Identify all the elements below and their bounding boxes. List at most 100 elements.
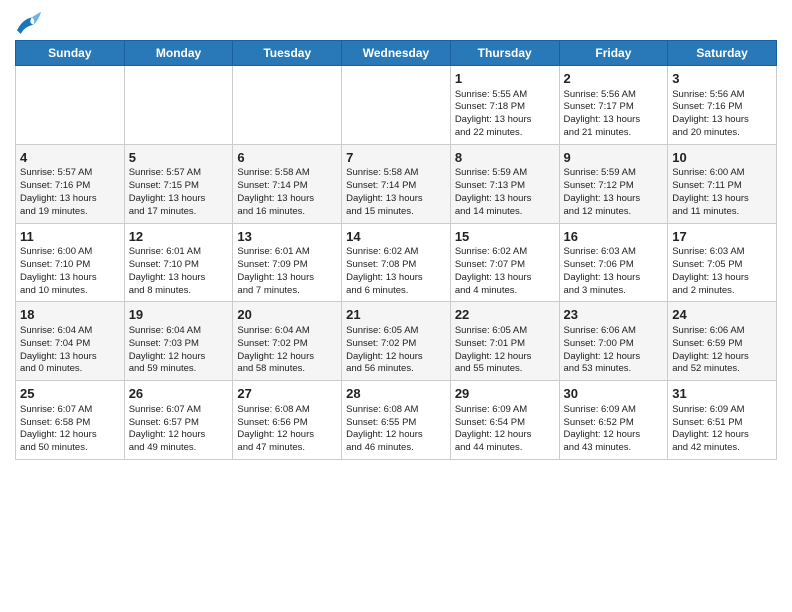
calendar-cell <box>124 66 233 145</box>
calendar-cell: 25Sunrise: 6:07 AM Sunset: 6:58 PM Dayli… <box>16 381 125 460</box>
calendar-cell: 17Sunrise: 6:03 AM Sunset: 7:05 PM Dayli… <box>668 223 777 302</box>
day-number: 16 <box>564 228 664 246</box>
calendar-cell: 18Sunrise: 6:04 AM Sunset: 7:04 PM Dayli… <box>16 302 125 381</box>
header-day-wednesday: Wednesday <box>342 41 451 66</box>
day-info: Sunrise: 5:59 AM Sunset: 7:12 PM Dayligh… <box>564 167 664 218</box>
calendar-cell: 23Sunrise: 6:06 AM Sunset: 7:00 PM Dayli… <box>559 302 668 381</box>
day-info: Sunrise: 5:57 AM Sunset: 7:15 PM Dayligh… <box>129 167 229 218</box>
day-number: 3 <box>672 70 772 88</box>
day-number: 9 <box>564 149 664 167</box>
header <box>15 10 777 34</box>
calendar-cell: 20Sunrise: 6:04 AM Sunset: 7:02 PM Dayli… <box>233 302 342 381</box>
calendar-week-3: 11Sunrise: 6:00 AM Sunset: 7:10 PM Dayli… <box>16 223 777 302</box>
day-number: 14 <box>346 228 446 246</box>
day-info: Sunrise: 6:01 AM Sunset: 7:10 PM Dayligh… <box>129 246 229 297</box>
calendar-cell: 13Sunrise: 6:01 AM Sunset: 7:09 PM Dayli… <box>233 223 342 302</box>
calendar-cell: 15Sunrise: 6:02 AM Sunset: 7:07 PM Dayli… <box>450 223 559 302</box>
day-info: Sunrise: 6:00 AM Sunset: 7:10 PM Dayligh… <box>20 246 120 297</box>
header-row: SundayMondayTuesdayWednesdayThursdayFrid… <box>16 41 777 66</box>
day-number: 31 <box>672 385 772 403</box>
calendar-cell: 31Sunrise: 6:09 AM Sunset: 6:51 PM Dayli… <box>668 381 777 460</box>
day-number: 10 <box>672 149 772 167</box>
calendar-cell: 2Sunrise: 5:56 AM Sunset: 7:17 PM Daylig… <box>559 66 668 145</box>
day-number: 17 <box>672 228 772 246</box>
day-number: 13 <box>237 228 337 246</box>
calendar-cell: 30Sunrise: 6:09 AM Sunset: 6:52 PM Dayli… <box>559 381 668 460</box>
day-number: 4 <box>20 149 120 167</box>
calendar-cell: 29Sunrise: 6:09 AM Sunset: 6:54 PM Dayli… <box>450 381 559 460</box>
calendar-cell: 19Sunrise: 6:04 AM Sunset: 7:03 PM Dayli… <box>124 302 233 381</box>
calendar-cell: 3Sunrise: 5:56 AM Sunset: 7:16 PM Daylig… <box>668 66 777 145</box>
day-number: 15 <box>455 228 555 246</box>
day-info: Sunrise: 6:07 AM Sunset: 6:58 PM Dayligh… <box>20 404 120 455</box>
calendar-cell: 7Sunrise: 5:58 AM Sunset: 7:14 PM Daylig… <box>342 144 451 223</box>
day-number: 18 <box>20 306 120 324</box>
day-number: 23 <box>564 306 664 324</box>
calendar-cell: 12Sunrise: 6:01 AM Sunset: 7:10 PM Dayli… <box>124 223 233 302</box>
day-info: Sunrise: 5:58 AM Sunset: 7:14 PM Dayligh… <box>346 167 446 218</box>
header-day-monday: Monday <box>124 41 233 66</box>
day-number: 28 <box>346 385 446 403</box>
calendar-cell <box>342 66 451 145</box>
day-info: Sunrise: 6:03 AM Sunset: 7:06 PM Dayligh… <box>564 246 664 297</box>
day-number: 26 <box>129 385 229 403</box>
calendar-cell: 27Sunrise: 6:08 AM Sunset: 6:56 PM Dayli… <box>233 381 342 460</box>
calendar-cell: 16Sunrise: 6:03 AM Sunset: 7:06 PM Dayli… <box>559 223 668 302</box>
day-info: Sunrise: 6:08 AM Sunset: 6:55 PM Dayligh… <box>346 404 446 455</box>
day-number: 7 <box>346 149 446 167</box>
header-day-saturday: Saturday <box>668 41 777 66</box>
calendar-week-4: 18Sunrise: 6:04 AM Sunset: 7:04 PM Dayli… <box>16 302 777 381</box>
day-number: 11 <box>20 228 120 246</box>
day-number: 6 <box>237 149 337 167</box>
calendar-cell <box>16 66 125 145</box>
day-info: Sunrise: 6:09 AM Sunset: 6:51 PM Dayligh… <box>672 404 772 455</box>
calendar-cell: 22Sunrise: 6:05 AM Sunset: 7:01 PM Dayli… <box>450 302 559 381</box>
calendar-cell: 11Sunrise: 6:00 AM Sunset: 7:10 PM Dayli… <box>16 223 125 302</box>
day-info: Sunrise: 6:08 AM Sunset: 6:56 PM Dayligh… <box>237 404 337 455</box>
calendar-week-1: 1Sunrise: 5:55 AM Sunset: 7:18 PM Daylig… <box>16 66 777 145</box>
day-number: 2 <box>564 70 664 88</box>
day-info: Sunrise: 6:06 AM Sunset: 6:59 PM Dayligh… <box>672 325 772 376</box>
day-number: 12 <box>129 228 229 246</box>
day-info: Sunrise: 6:06 AM Sunset: 7:00 PM Dayligh… <box>564 325 664 376</box>
calendar-cell: 10Sunrise: 6:00 AM Sunset: 7:11 PM Dayli… <box>668 144 777 223</box>
day-number: 29 <box>455 385 555 403</box>
day-info: Sunrise: 5:57 AM Sunset: 7:16 PM Dayligh… <box>20 167 120 218</box>
day-info: Sunrise: 5:59 AM Sunset: 7:13 PM Dayligh… <box>455 167 555 218</box>
day-info: Sunrise: 6:04 AM Sunset: 7:04 PM Dayligh… <box>20 325 120 376</box>
day-number: 27 <box>237 385 337 403</box>
day-info: Sunrise: 6:05 AM Sunset: 7:02 PM Dayligh… <box>346 325 446 376</box>
calendar-header: SundayMondayTuesdayWednesdayThursdayFrid… <box>16 41 777 66</box>
header-day-friday: Friday <box>559 41 668 66</box>
day-number: 5 <box>129 149 229 167</box>
calendar-cell: 9Sunrise: 5:59 AM Sunset: 7:12 PM Daylig… <box>559 144 668 223</box>
calendar-cell: 8Sunrise: 5:59 AM Sunset: 7:13 PM Daylig… <box>450 144 559 223</box>
day-info: Sunrise: 5:55 AM Sunset: 7:18 PM Dayligh… <box>455 89 555 140</box>
calendar-week-5: 25Sunrise: 6:07 AM Sunset: 6:58 PM Dayli… <box>16 381 777 460</box>
calendar-cell: 24Sunrise: 6:06 AM Sunset: 6:59 PM Dayli… <box>668 302 777 381</box>
page-container: SundayMondayTuesdayWednesdayThursdayFrid… <box>0 0 792 470</box>
day-info: Sunrise: 6:03 AM Sunset: 7:05 PM Dayligh… <box>672 246 772 297</box>
day-number: 21 <box>346 306 446 324</box>
day-info: Sunrise: 6:01 AM Sunset: 7:09 PM Dayligh… <box>237 246 337 297</box>
calendar-cell: 6Sunrise: 5:58 AM Sunset: 7:14 PM Daylig… <box>233 144 342 223</box>
day-info: Sunrise: 6:00 AM Sunset: 7:11 PM Dayligh… <box>672 167 772 218</box>
day-info: Sunrise: 6:07 AM Sunset: 6:57 PM Dayligh… <box>129 404 229 455</box>
day-number: 1 <box>455 70 555 88</box>
header-day-thursday: Thursday <box>450 41 559 66</box>
logo <box>15 10 47 34</box>
calendar-cell: 1Sunrise: 5:55 AM Sunset: 7:18 PM Daylig… <box>450 66 559 145</box>
day-info: Sunrise: 6:04 AM Sunset: 7:02 PM Dayligh… <box>237 325 337 376</box>
day-info: Sunrise: 5:56 AM Sunset: 7:17 PM Dayligh… <box>564 89 664 140</box>
day-info: Sunrise: 6:05 AM Sunset: 7:01 PM Dayligh… <box>455 325 555 376</box>
day-number: 20 <box>237 306 337 324</box>
header-day-sunday: Sunday <box>16 41 125 66</box>
day-info: Sunrise: 6:09 AM Sunset: 6:54 PM Dayligh… <box>455 404 555 455</box>
day-number: 24 <box>672 306 772 324</box>
calendar-cell: 26Sunrise: 6:07 AM Sunset: 6:57 PM Dayli… <box>124 381 233 460</box>
calendar-cell <box>233 66 342 145</box>
day-number: 8 <box>455 149 555 167</box>
day-info: Sunrise: 6:04 AM Sunset: 7:03 PM Dayligh… <box>129 325 229 376</box>
day-info: Sunrise: 6:02 AM Sunset: 7:08 PM Dayligh… <box>346 246 446 297</box>
logo-icon <box>15 10 43 34</box>
